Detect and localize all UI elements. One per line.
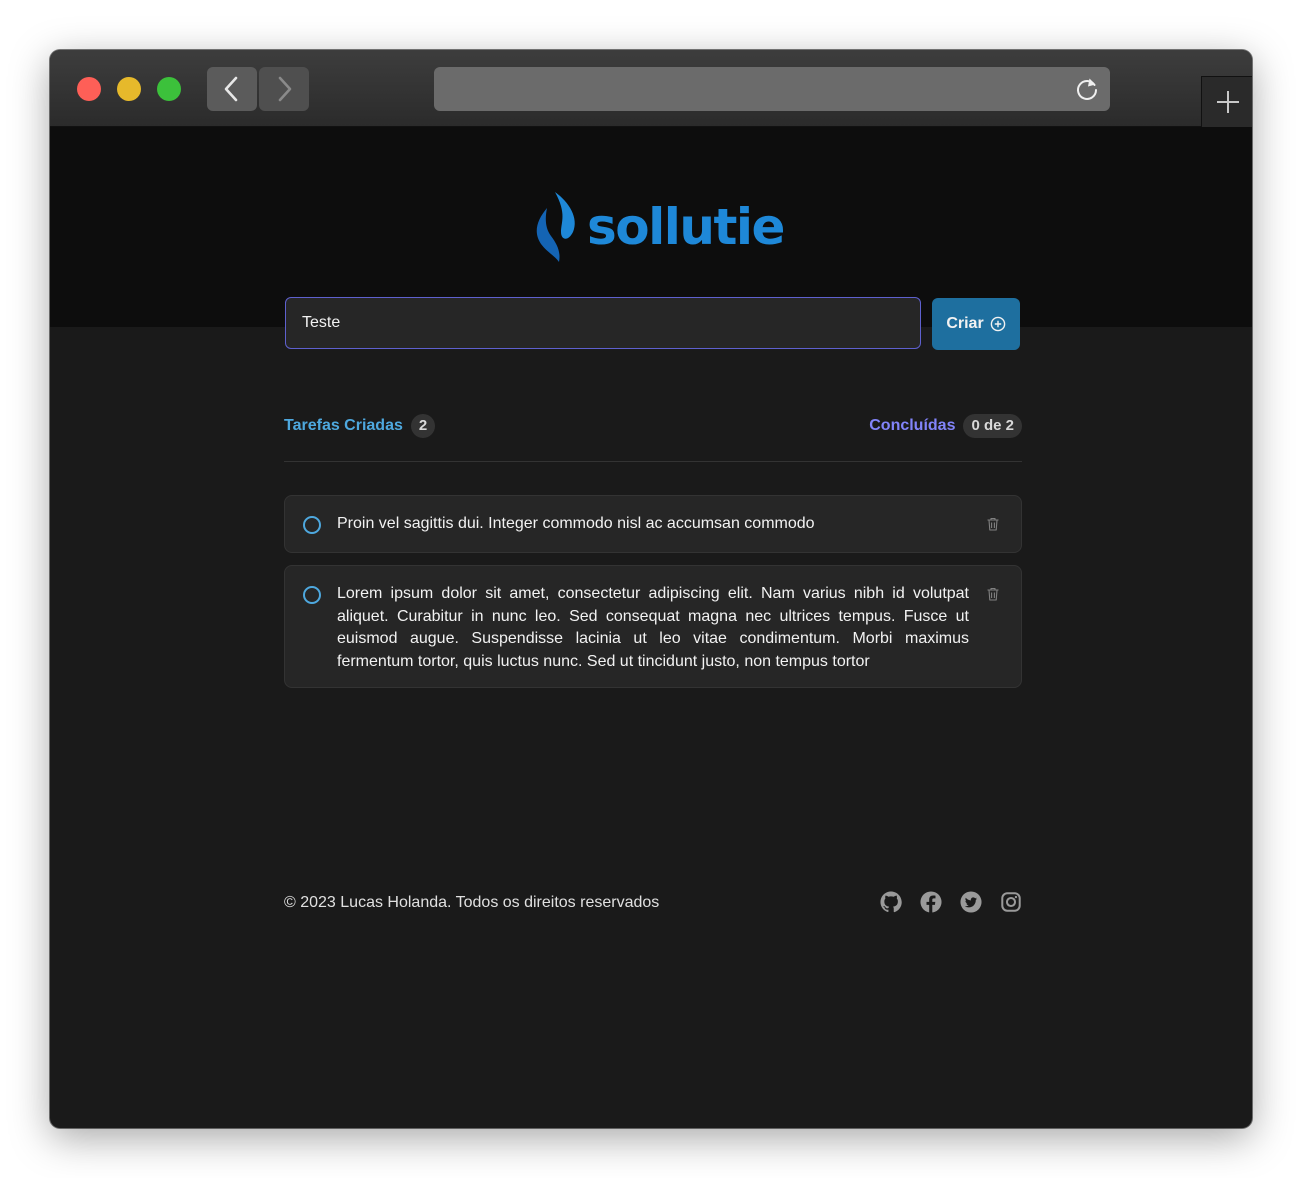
task-item: Lorem ipsum dolor sit amet, consectetur … xyxy=(284,565,1022,688)
task-checkbox[interactable] xyxy=(303,586,321,604)
forward-button[interactable] xyxy=(259,67,309,111)
chevron-left-icon xyxy=(224,76,238,102)
browser-titlebar xyxy=(50,50,1252,127)
task-checkbox[interactable] xyxy=(303,516,321,534)
minimize-window-button[interactable] xyxy=(117,77,141,101)
completed-tasks-badge: 0 de 2 xyxy=(963,414,1022,438)
close-window-button[interactable] xyxy=(77,77,101,101)
reload-icon[interactable] xyxy=(1074,76,1100,102)
created-tasks-label: Tarefas Criadas xyxy=(284,417,403,434)
address-bar[interactable] xyxy=(434,67,1110,111)
created-tasks-badge: 2 xyxy=(410,414,436,438)
copyright-text: © 2023 Lucas Holanda. Todos os direitos … xyxy=(284,894,660,911)
twitter-icon[interactable] xyxy=(960,891,982,913)
plus-circle-icon xyxy=(990,316,1005,332)
new-tab-button[interactable] xyxy=(1201,76,1252,127)
plus-icon xyxy=(1216,91,1239,113)
back-button[interactable] xyxy=(207,67,257,111)
github-icon[interactable] xyxy=(880,891,902,913)
task-text: Proin vel sagittis dui. Integer commodo … xyxy=(337,515,815,532)
instagram-icon[interactable] xyxy=(1000,891,1022,913)
created-tasks-counter: Tarefas Criadas 2 xyxy=(284,414,436,438)
chevron-right-icon xyxy=(278,76,292,102)
completed-tasks-counter: Concluídas 0 de 2 xyxy=(869,414,1022,438)
task-item: Proin vel sagittis dui. Integer commodo … xyxy=(284,495,1022,553)
task-text: Lorem ipsum dolor sit amet, consectetur … xyxy=(337,585,969,670)
maximize-window-button[interactable] xyxy=(157,77,181,101)
trash-icon[interactable] xyxy=(985,516,1001,532)
facebook-icon[interactable] xyxy=(920,891,942,913)
app-logo: sollutie xyxy=(533,192,785,262)
trash-icon[interactable] xyxy=(985,586,1001,602)
completed-tasks-label: Concluídas xyxy=(869,417,956,434)
create-button-label: Criar xyxy=(946,315,984,332)
task-stats: Tarefas Criadas 2 Concluídas 0 de 2 xyxy=(284,414,1022,438)
page-footer: © 2023 Lucas Holanda. Todos os direitos … xyxy=(284,891,1022,921)
stats-divider xyxy=(284,461,1022,462)
social-links xyxy=(880,891,1022,913)
browser-window: sollutie Criar Tarefas Criadas 2 Concluí… xyxy=(50,50,1252,1128)
logo-text: sollutie xyxy=(587,198,785,256)
create-task-button[interactable]: Criar xyxy=(932,298,1020,350)
new-task-input[interactable] xyxy=(285,297,921,349)
flame-logo-icon xyxy=(536,192,575,262)
